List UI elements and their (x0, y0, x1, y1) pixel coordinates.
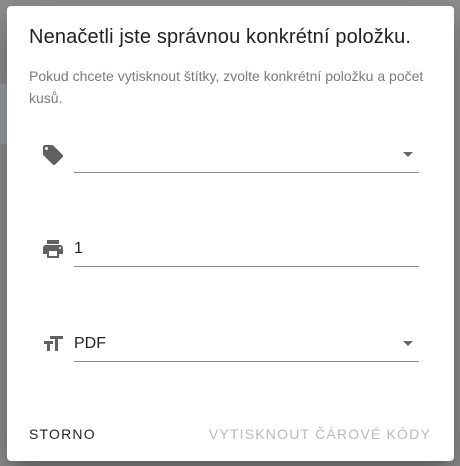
format-select-value: PDF (74, 335, 106, 352)
print-labels-dialog: Nenačetli jste správnou konkrétní položk… (7, 6, 454, 461)
printer-icon (41, 237, 65, 261)
item-field-row (29, 137, 419, 173)
dialog-subtitle: Pokud chcete vytisknout štítky, zvolte k… (29, 68, 424, 106)
count-field-row: 1 (29, 231, 419, 267)
format-field-row: PDF (29, 326, 419, 362)
print-barcodes-button[interactable]: VYTISKNOUT ČÁROVÉ KÓDY (209, 426, 431, 442)
cancel-button[interactable]: STORNO (29, 426, 96, 442)
count-input-value: 1 (74, 240, 83, 257)
text-size-icon (41, 332, 65, 356)
count-input[interactable]: 1 (74, 231, 419, 267)
format-select[interactable]: PDF (74, 326, 419, 362)
tag-icon (41, 143, 65, 167)
dropdown-arrow-icon[interactable] (403, 341, 413, 346)
dialog-title: Nenačetli jste správnou konkrétní položk… (29, 26, 412, 48)
item-select[interactable] (74, 137, 419, 173)
dropdown-arrow-icon[interactable] (403, 152, 413, 157)
dialog-actions: STORNO VYTISKNOUT ČÁROVÉ KÓDY (7, 421, 454, 449)
